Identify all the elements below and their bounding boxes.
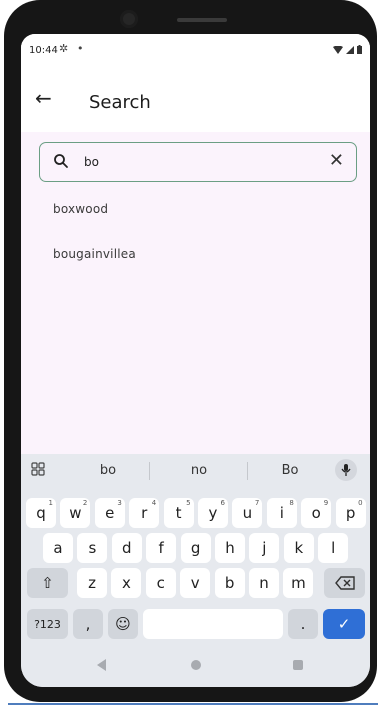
key-j[interactable]: j [249, 533, 280, 563]
suggestion-divider [149, 462, 150, 480]
emoji-icon: ☺ [115, 615, 131, 633]
shift-icon: ⇧ [41, 574, 54, 592]
soft-keyboard: bo no Bo q1w2e3r4t5y6u7i8o9p0 asdfghjkl … [21, 454, 370, 644]
system-nav-bar [21, 644, 370, 687]
nav-home-icon[interactable] [191, 660, 201, 670]
battery-icon [357, 45, 362, 54]
key-hint: 0 [358, 499, 363, 507]
key-label: y [208, 504, 218, 522]
key-c[interactable]: c [145, 568, 176, 598]
key-d[interactable]: d [111, 533, 142, 563]
key-hint: 9 [323, 499, 329, 507]
key-hint: 8 [289, 499, 294, 507]
notification-dot: • [77, 42, 84, 55]
key-label: t [175, 504, 182, 522]
period-key[interactable]: . [288, 609, 318, 639]
key-q[interactable]: q1 [26, 498, 56, 528]
search-content: bo ✕ boxwood bougainvillea [21, 132, 370, 454]
key-label: r [141, 504, 148, 522]
search-input[interactable]: bo ✕ [39, 142, 357, 182]
key-l[interactable]: l [318, 533, 349, 563]
key-t[interactable]: t5 [163, 498, 194, 528]
key-y[interactable]: y6 [198, 498, 228, 528]
status-bar: 10:44 ✲ • [21, 34, 370, 70]
bottom-accent-line [8, 703, 378, 705]
search-query-text[interactable]: bo [84, 155, 99, 169]
status-time: 10:44 [29, 45, 58, 56]
suggestion-strip: bo no Bo [21, 454, 370, 488]
key-k[interactable]: k [283, 533, 314, 563]
key-h[interactable]: h [215, 533, 245, 563]
result-item-boxwood[interactable]: boxwood [53, 202, 108, 216]
key-o[interactable]: o9 [301, 498, 332, 528]
key-label: q [36, 504, 46, 522]
nav-recents-icon[interactable] [293, 660, 303, 670]
signal-icon [346, 45, 354, 54]
enter-key[interactable]: ✓ [323, 609, 365, 639]
key-e[interactable]: e3 [94, 498, 125, 528]
key-label: o [311, 504, 321, 522]
key-m[interactable]: m [283, 568, 314, 598]
phone-frame: 10:44 ✲ • ← Search bo ✕ boxwood bougainv… [4, 0, 377, 702]
key-r[interactable]: r4 [129, 498, 160, 528]
mic-glyph-icon [341, 464, 351, 476]
key-label: w [69, 504, 82, 522]
key-label: u [242, 504, 253, 522]
key-hint: 1 [48, 499, 53, 507]
suggestion-2[interactable]: no [159, 463, 239, 478]
system-icons [333, 45, 362, 54]
key-label: e [105, 504, 115, 522]
symbols-key[interactable]: ?123 [27, 609, 68, 639]
key-v[interactable]: v [180, 568, 211, 598]
key-g[interactable]: g [180, 533, 211, 563]
key-label: p [345, 504, 356, 522]
device-screen: 10:44 ✲ • ← Search bo ✕ boxwood bougainv… [21, 34, 370, 687]
checkmark-icon: ✓ [337, 615, 351, 633]
search-icon [54, 154, 68, 168]
result-item-bougainvillea[interactable]: bougainvillea [53, 247, 136, 261]
key-b[interactable]: b [214, 568, 245, 598]
key-u[interactable]: u7 [232, 498, 263, 528]
key-hint: 3 [117, 499, 122, 507]
key-hint: 7 [254, 499, 260, 507]
backspace-key[interactable] [324, 568, 365, 598]
microphone-icon[interactable] [335, 459, 357, 481]
backspace-icon [334, 576, 355, 590]
key-hint: 5 [186, 499, 191, 507]
comma-key[interactable]: , [73, 609, 103, 639]
space-key[interactable] [143, 609, 283, 639]
key-s[interactable]: s [77, 533, 108, 563]
apps-grid-icon[interactable] [31, 462, 45, 476]
key-hint: 6 [220, 499, 225, 507]
suggestion-divider [247, 462, 248, 480]
back-arrow-icon[interactable]: ← [35, 88, 52, 108]
key-f[interactable]: f [146, 533, 177, 563]
shift-key[interactable]: ⇧ [27, 568, 68, 598]
key-hint: 4 [151, 499, 157, 507]
key-n[interactable]: n [249, 568, 279, 598]
front-camera [120, 10, 138, 28]
clear-icon[interactable]: ✕ [329, 149, 344, 173]
app-bar: ← Search [21, 70, 370, 132]
key-label: i [279, 504, 284, 522]
wifi-icon [333, 45, 343, 54]
key-hint: 2 [82, 499, 88, 507]
key-p[interactable]: p0 [335, 498, 366, 528]
suggestion-1[interactable]: bo [68, 463, 148, 478]
earpiece-speaker [177, 18, 227, 22]
suggestion-3[interactable]: Bo [250, 463, 330, 478]
nav-back-icon[interactable] [97, 659, 106, 671]
key-x[interactable]: x [111, 568, 142, 598]
key-i[interactable]: i8 [266, 498, 297, 528]
page-title: Search [89, 92, 151, 113]
key-z[interactable]: z [77, 568, 107, 598]
emoji-key[interactable]: ☺ [108, 609, 138, 639]
gear-icon: ✲ [59, 42, 69, 55]
key-a[interactable]: a [43, 533, 73, 563]
key-w[interactable]: w2 [60, 498, 91, 528]
